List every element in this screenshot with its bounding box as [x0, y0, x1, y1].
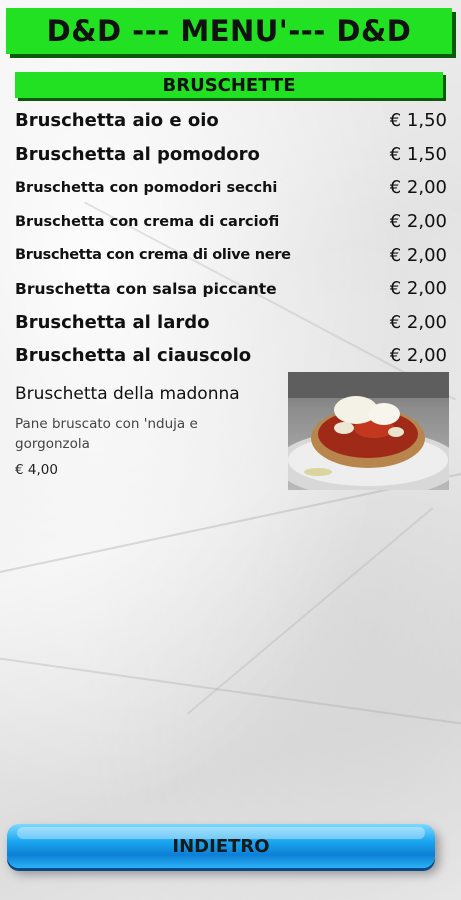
menu-item-price: € 2,00: [389, 244, 447, 266]
menu-item-name: Bruschetta con salsa piccante: [15, 279, 277, 298]
menu-item-name: Bruschetta con crema di carciofi: [15, 213, 280, 230]
menu-item-price: € 2,00: [389, 177, 447, 199]
menu-item[interactable]: Bruschetta con pomodori secchi € 2,00: [15, 171, 447, 205]
menu-item[interactable]: Bruschetta con crema di carciofi € 2,00: [15, 205, 447, 239]
back-button[interactable]: INDIETRO: [7, 824, 435, 868]
menu-header: D&D --- MENU'--- D&D: [6, 8, 452, 54]
section-header-bruschette: BRUSCHETTE: [15, 72, 443, 98]
back-button-label: INDIETRO: [172, 835, 270, 857]
menu-item-price: € 2,00: [389, 345, 447, 367]
menu-item[interactable]: Bruschetta aio e oio € 1,50: [15, 104, 447, 138]
menu-item[interactable]: Bruschetta con salsa piccante € 2,00: [15, 272, 447, 306]
menu-item[interactable]: Bruschetta al ciauscolo € 2,00: [15, 339, 447, 373]
menu-item-price: € 2,00: [389, 278, 447, 300]
special-item-description: Pane bruscato con 'nduja e gorgonzola: [15, 416, 198, 452]
bruschetta-photo-graphic: [288, 372, 449, 490]
menu-item[interactable]: Bruschetta al lardo € 2,00: [15, 306, 447, 340]
menu-title: D&D --- MENU'--- D&D: [46, 14, 412, 48]
menu-item-name: Bruschetta al lardo: [15, 311, 210, 333]
menu-item-name: Bruschetta con pomodori secchi: [15, 179, 278, 196]
menu-item-price: € 1,50: [389, 110, 447, 132]
special-menu-item[interactable]: Bruschetta della madonna Pane bruscato c…: [15, 372, 449, 490]
menu-item-price: € 1,50: [389, 143, 447, 165]
menu-item-name: Bruschetta aio e oio: [15, 110, 219, 132]
menu-item-name: Bruschetta con crema di olive nere: [15, 247, 291, 264]
menu-item[interactable]: Bruschetta con crema di olive nere € 2,0…: [15, 238, 447, 272]
menu-item-list: Bruschetta aio e oio € 1,50 Bruschetta a…: [15, 104, 447, 373]
special-item-name: Bruschetta della madonna: [15, 384, 240, 404]
menu-item-price: € 2,00: [389, 211, 447, 233]
menu-item-name: Bruschetta al pomodoro: [15, 143, 260, 165]
bruschetta-photo: [288, 372, 449, 490]
menu-item-price: € 2,00: [389, 311, 447, 333]
special-item-price: € 4,00: [15, 462, 58, 478]
section-title: BRUSCHETTE: [162, 74, 296, 96]
menu-item[interactable]: Bruschetta al pomodoro € 1,50: [15, 138, 447, 172]
menu-item-name: Bruschetta al ciauscolo: [15, 345, 252, 367]
